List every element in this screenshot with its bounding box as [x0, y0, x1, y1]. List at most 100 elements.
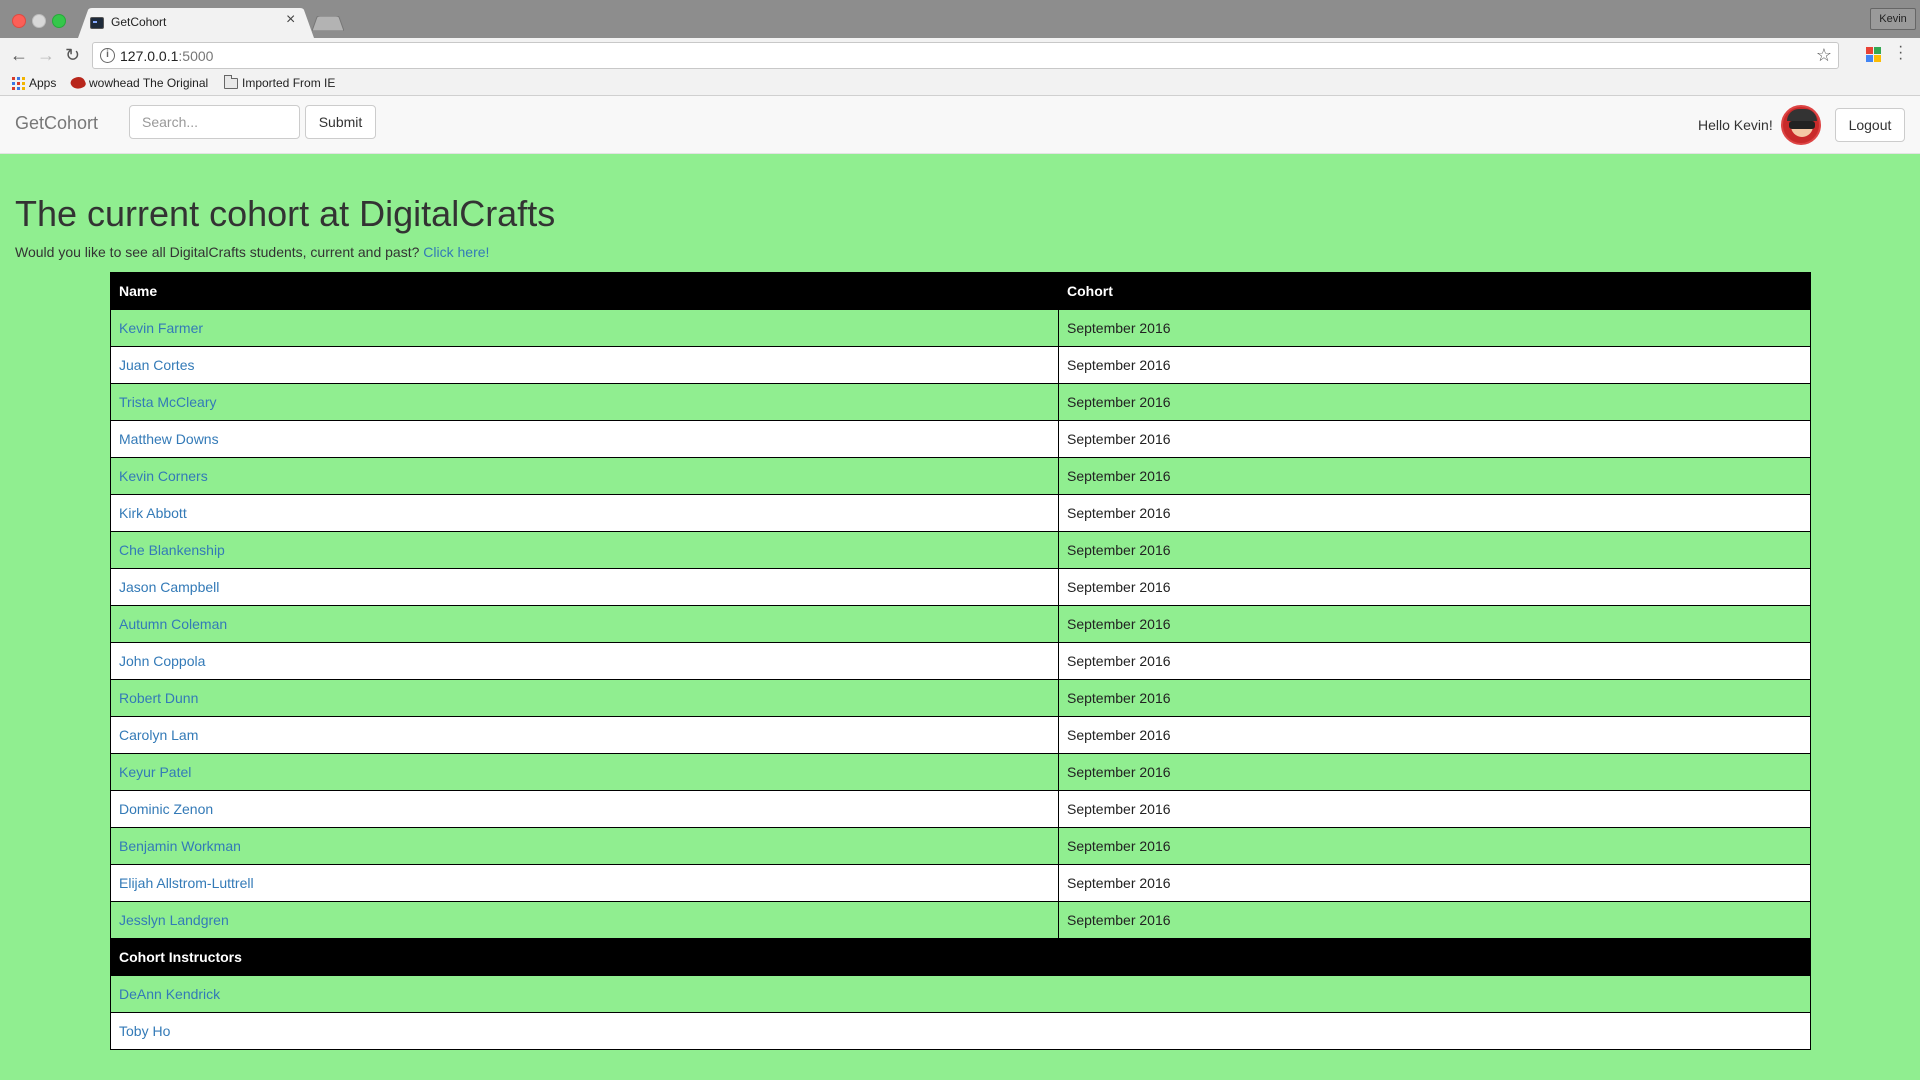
table-row: DeAnn Kendrick [110, 975, 1811, 1013]
instructor-name-cell: DeAnn Kendrick [110, 975, 1811, 1013]
student-cohort-cell: September 2016 [1058, 494, 1811, 532]
window-close-icon[interactable] [12, 14, 26, 28]
instructor-name-link[interactable]: DeAnn Kendrick [119, 986, 220, 1002]
table-row: Che Blankenship September 2016 [110, 531, 1811, 569]
site-navbar: GetCohort Submit Hello Kevin! Logout [0, 96, 1920, 154]
window-minimize-icon[interactable] [32, 14, 46, 28]
bookmark-wowhead[interactable]: wowhead The Original [69, 74, 208, 92]
student-name-link[interactable]: Benjamin Workman [119, 838, 241, 854]
page-title: The current cohort at DigitalCrafts [15, 193, 556, 234]
all-students-link[interactable]: Click here! [423, 244, 489, 260]
folder-icon [224, 74, 238, 89]
student-name-link[interactable]: Dominic Zenon [119, 801, 213, 817]
student-cohort-cell: September 2016 [1058, 642, 1811, 680]
student-name-link[interactable]: Autumn Coleman [119, 616, 227, 632]
instructors-header-row: Cohort Instructors [110, 938, 1811, 976]
page-content: GetCohort Submit Hello Kevin! Logout The… [0, 96, 1920, 1080]
cohort-table: Name Cohort Kevin Farmer September 2016 Ju… [110, 272, 1811, 1050]
bookmark-star-icon[interactable]: ☆ [1816, 45, 1832, 66]
info-icon[interactable]: i [100, 48, 115, 63]
student-cohort-cell: September 2016 [1058, 716, 1811, 754]
wowhead-icon [69, 74, 87, 92]
student-name-cell: Kirk Abbott [110, 494, 1059, 532]
student-name-link[interactable]: Keyur Patel [119, 764, 191, 780]
student-cohort-cell: September 2016 [1058, 864, 1811, 902]
bookmark-apps[interactable]: Apps [12, 76, 56, 90]
subtext: Would you like to see all DigitalCrafts … [15, 244, 490, 260]
student-name-cell: Autumn Coleman [110, 605, 1059, 643]
table-row: Trista McCleary September 2016 [110, 383, 1811, 421]
student-cohort-cell: September 2016 [1058, 383, 1811, 421]
student-cohort-cell: September 2016 [1058, 679, 1811, 717]
table-row: Keyur Patel September 2016 [110, 753, 1811, 791]
student-name-link[interactable]: Che Blankenship [119, 542, 225, 558]
student-name-cell: Robert Dunn [110, 679, 1059, 717]
table-row: Kevin Corners September 2016 [110, 457, 1811, 495]
student-name-link[interactable]: Carolyn Lam [119, 727, 198, 743]
student-name-link[interactable]: John Coppola [119, 653, 205, 669]
table-row: Carolyn Lam September 2016 [110, 716, 1811, 754]
student-cohort-cell: September 2016 [1058, 827, 1811, 865]
table-row: Kevin Farmer September 2016 [110, 309, 1811, 347]
instructors-header: Cohort Instructors [110, 938, 1811, 976]
table-row: Toby Ho [110, 1012, 1811, 1050]
browser-menu-icon[interactable]: · · · [1898, 39, 1903, 67]
table-header-row: Name Cohort [110, 272, 1811, 310]
submit-button[interactable]: Submit [305, 105, 376, 139]
address-bar[interactable]: i 127.0.0.1:5000 ☆ [92, 42, 1839, 69]
bookmark-imported-from-ie[interactable]: Imported From IE [224, 74, 335, 90]
student-cohort-cell: September 2016 [1058, 605, 1811, 643]
student-name-cell: Keyur Patel [110, 753, 1059, 791]
terminal-favicon-icon [90, 17, 104, 29]
student-cohort-cell: September 2016 [1058, 346, 1811, 384]
table-row: Autumn Coleman September 2016 [110, 605, 1811, 643]
table-row: John Coppola September 2016 [110, 642, 1811, 680]
student-cohort-cell: September 2016 [1058, 531, 1811, 569]
student-name-cell: Matthew Downs [110, 420, 1059, 458]
table-row: Elijah Allstrom-Luttrell September 2016 [110, 864, 1811, 902]
student-cohort-cell: September 2016 [1058, 790, 1811, 828]
table-row: Benjamin Workman September 2016 [110, 827, 1811, 865]
table-row: Kirk Abbott September 2016 [110, 494, 1811, 532]
table-row: Juan Cortes September 2016 [110, 346, 1811, 384]
student-cohort-cell: September 2016 [1058, 568, 1811, 606]
avatar[interactable] [1781, 105, 1821, 145]
tab-close-icon[interactable]: × [286, 12, 295, 28]
instructor-name-cell: Toby Ho [110, 1012, 1811, 1050]
student-name-link[interactable]: Juan Cortes [119, 357, 194, 373]
student-name-cell: Benjamin Workman [110, 827, 1059, 865]
student-name-link[interactable]: Matthew Downs [119, 431, 219, 447]
instructor-name-link[interactable]: Toby Ho [119, 1023, 170, 1039]
brand-link[interactable]: GetCohort [15, 113, 98, 134]
student-name-cell: John Coppola [110, 642, 1059, 680]
student-name-link[interactable]: Jason Campbell [119, 579, 219, 595]
column-header-cohort: Cohort [1058, 272, 1811, 310]
browser-tab-strip: GetCohort × Kevin [0, 0, 1920, 38]
profile-button[interactable]: Kevin [1870, 8, 1916, 30]
student-name-link[interactable]: Robert Dunn [119, 690, 198, 706]
new-tab-button[interactable] [312, 16, 344, 31]
bookmarks-bar: Apps wowhead The Original Imported From … [0, 72, 1920, 96]
apps-grid-icon [12, 76, 25, 90]
student-cohort-cell: September 2016 [1058, 901, 1811, 939]
window-maximize-icon[interactable] [52, 14, 66, 28]
student-name-link[interactable]: Trista McCleary [119, 394, 217, 410]
student-name-link[interactable]: Kevin Corners [119, 468, 208, 484]
extension-icon[interactable] [1866, 47, 1881, 62]
table-row: Matthew Downs September 2016 [110, 420, 1811, 458]
reload-icon[interactable]: ↻ [65, 46, 80, 64]
student-cohort-cell: September 2016 [1058, 753, 1811, 791]
logout-button[interactable]: Logout [1835, 108, 1905, 142]
student-name-link[interactable]: Jesslyn Landgren [119, 912, 229, 928]
forward-arrow-icon[interactable]: → [37, 46, 55, 64]
greeting-text: Hello Kevin! [1698, 117, 1773, 133]
student-cohort-cell: September 2016 [1058, 309, 1811, 347]
back-arrow-icon[interactable]: ← [10, 46, 28, 64]
student-name-link[interactable]: Kevin Farmer [119, 320, 203, 336]
student-name-link[interactable]: Kirk Abbott [119, 505, 187, 521]
tab-title: GetCohort [111, 15, 167, 29]
address-url[interactable]: 127.0.0.1:5000 [120, 48, 213, 64]
table-row: Dominic Zenon September 2016 [110, 790, 1811, 828]
search-input[interactable] [129, 105, 300, 139]
student-name-link[interactable]: Elijah Allstrom-Luttrell [119, 875, 254, 891]
